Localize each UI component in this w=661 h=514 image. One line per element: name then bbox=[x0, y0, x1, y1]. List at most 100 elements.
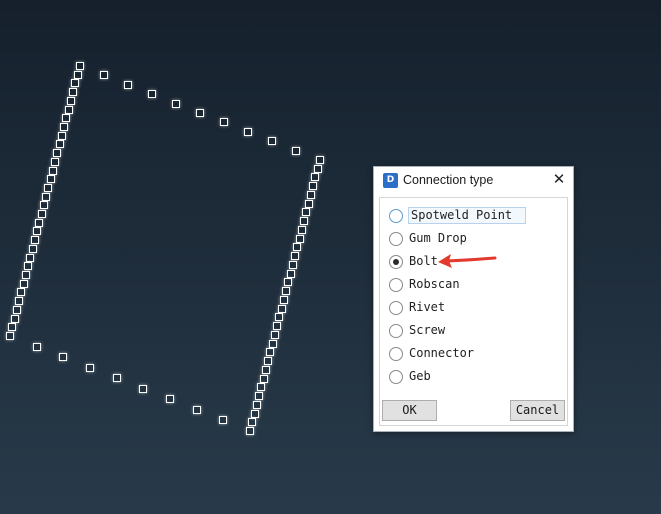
connection-point-marker[interactable] bbox=[64, 105, 73, 114]
connection-point-marker[interactable] bbox=[60, 122, 69, 131]
connection-point-marker[interactable] bbox=[286, 269, 295, 278]
connection-point-marker[interactable] bbox=[273, 322, 282, 331]
connection-point-marker[interactable] bbox=[268, 137, 276, 146]
connection-point-marker[interactable] bbox=[192, 405, 201, 414]
radio-button[interactable] bbox=[389, 324, 403, 338]
connection-point-marker[interactable] bbox=[291, 252, 300, 261]
connection-point-marker[interactable] bbox=[57, 131, 66, 140]
connection-point-marker[interactable] bbox=[139, 384, 148, 393]
radio-button-selected[interactable] bbox=[389, 255, 403, 269]
radio-button[interactable] bbox=[389, 232, 403, 246]
connection-point-marker[interactable] bbox=[313, 164, 322, 173]
connection-point-marker[interactable] bbox=[257, 383, 266, 392]
connection-point-marker[interactable] bbox=[51, 157, 60, 166]
connection-point-marker[interactable] bbox=[46, 175, 55, 184]
connection-point-marker[interactable] bbox=[10, 314, 19, 323]
connection-point-marker[interactable] bbox=[220, 118, 228, 127]
connection-point-marker[interactable] bbox=[288, 260, 297, 269]
connection-point-marker[interactable] bbox=[293, 243, 302, 252]
dialog-titlebar[interactable]: D Connection type ✕ bbox=[374, 167, 573, 195]
connection-point-marker[interactable] bbox=[17, 288, 26, 297]
connection-point-marker[interactable] bbox=[246, 427, 254, 435]
connection-point-marker[interactable] bbox=[69, 88, 78, 97]
option-spotweld-point[interactable]: Spotweld Point bbox=[380, 206, 567, 228]
connection-point-marker[interactable] bbox=[48, 166, 57, 175]
connection-point-marker[interactable] bbox=[112, 374, 121, 383]
ok-button[interactable]: OK bbox=[382, 400, 437, 421]
connection-point-marker[interactable] bbox=[71, 79, 80, 88]
connection-point-marker[interactable] bbox=[259, 374, 268, 383]
connection-point-marker[interactable] bbox=[316, 156, 324, 164]
connection-point-marker[interactable] bbox=[306, 190, 315, 199]
connection-point-marker[interactable] bbox=[297, 225, 306, 234]
connection-point-marker[interactable] bbox=[266, 348, 275, 357]
radio-button[interactable] bbox=[389, 278, 403, 292]
close-icon[interactable]: ✕ bbox=[548, 170, 570, 192]
connection-point-marker[interactable] bbox=[66, 96, 75, 105]
connection-point-marker[interactable] bbox=[172, 99, 180, 108]
connection-point-marker[interactable] bbox=[302, 208, 311, 217]
connection-point-marker[interactable] bbox=[6, 332, 14, 340]
connection-point-marker[interactable] bbox=[19, 279, 28, 288]
radio-button[interactable] bbox=[389, 370, 403, 384]
connection-point-marker[interactable] bbox=[250, 409, 259, 418]
connection-point-marker[interactable] bbox=[32, 342, 41, 351]
connection-point-marker[interactable] bbox=[261, 365, 270, 374]
connection-point-marker[interactable] bbox=[53, 149, 62, 158]
connection-point-marker[interactable] bbox=[295, 234, 304, 243]
connection-point-marker[interactable] bbox=[35, 218, 44, 227]
option-connector[interactable]: Connector bbox=[380, 344, 567, 366]
connection-point-marker[interactable] bbox=[37, 210, 46, 219]
connection-point-marker[interactable] bbox=[15, 297, 24, 306]
connection-point-marker[interactable] bbox=[55, 140, 64, 149]
connection-point-marker[interactable] bbox=[44, 183, 53, 192]
connection-point-marker[interactable] bbox=[33, 227, 42, 236]
connection-point-marker[interactable] bbox=[248, 418, 257, 427]
connection-point-marker[interactable] bbox=[148, 90, 156, 99]
connection-point-marker[interactable] bbox=[59, 353, 68, 362]
connection-point-marker[interactable] bbox=[42, 192, 51, 201]
connection-point-marker[interactable] bbox=[26, 253, 35, 262]
connection-point-marker[interactable] bbox=[300, 217, 309, 226]
connection-point-marker[interactable] bbox=[255, 392, 264, 401]
connection-point-marker[interactable] bbox=[264, 357, 273, 366]
connection-point-marker[interactable] bbox=[86, 363, 94, 372]
option-screw[interactable]: Screw bbox=[380, 321, 567, 343]
connection-point-marker[interactable] bbox=[292, 146, 300, 155]
connection-point-marker[interactable] bbox=[166, 395, 174, 404]
connection-point-marker[interactable] bbox=[270, 330, 279, 339]
connection-point-marker[interactable] bbox=[73, 70, 82, 79]
connection-point-marker[interactable] bbox=[277, 304, 286, 313]
connection-point-marker[interactable] bbox=[252, 400, 261, 409]
connection-point-marker[interactable] bbox=[12, 305, 21, 314]
connection-point-marker[interactable] bbox=[39, 201, 48, 210]
connection-point-marker[interactable] bbox=[76, 62, 84, 70]
radio-button[interactable] bbox=[389, 209, 403, 223]
option-geb[interactable]: Geb bbox=[380, 367, 567, 389]
connection-point-marker[interactable] bbox=[309, 182, 318, 191]
option-rivet[interactable]: Rivet bbox=[380, 298, 567, 320]
option-robscan[interactable]: Robscan bbox=[380, 275, 567, 297]
option-gum-drop[interactable]: Gum Drop bbox=[380, 229, 567, 251]
connection-point-marker[interactable] bbox=[279, 295, 288, 304]
connection-point-marker[interactable] bbox=[219, 416, 228, 425]
connection-point-marker[interactable] bbox=[100, 71, 108, 80]
connection-point-marker[interactable] bbox=[21, 271, 30, 280]
connection-point-marker[interactable] bbox=[275, 313, 284, 322]
radio-button[interactable] bbox=[389, 301, 403, 315]
connection-point-marker[interactable] bbox=[28, 244, 37, 253]
connection-point-marker[interactable] bbox=[62, 114, 71, 123]
connection-point-marker[interactable] bbox=[124, 80, 132, 89]
connection-point-marker[interactable] bbox=[304, 199, 313, 208]
connection-point-marker[interactable] bbox=[282, 287, 291, 296]
connection-point-marker[interactable] bbox=[244, 127, 252, 136]
connection-point-marker[interactable] bbox=[30, 236, 39, 245]
connection-point-marker[interactable] bbox=[196, 109, 204, 117]
connection-point-marker[interactable] bbox=[268, 339, 277, 348]
cancel-button[interactable]: Cancel bbox=[510, 400, 565, 421]
connection-point-marker[interactable] bbox=[24, 262, 33, 271]
connection-point-marker[interactable] bbox=[311, 173, 320, 182]
connection-point-marker[interactable] bbox=[284, 278, 293, 287]
connection-point-marker[interactable] bbox=[8, 323, 17, 332]
radio-button[interactable] bbox=[389, 347, 403, 361]
